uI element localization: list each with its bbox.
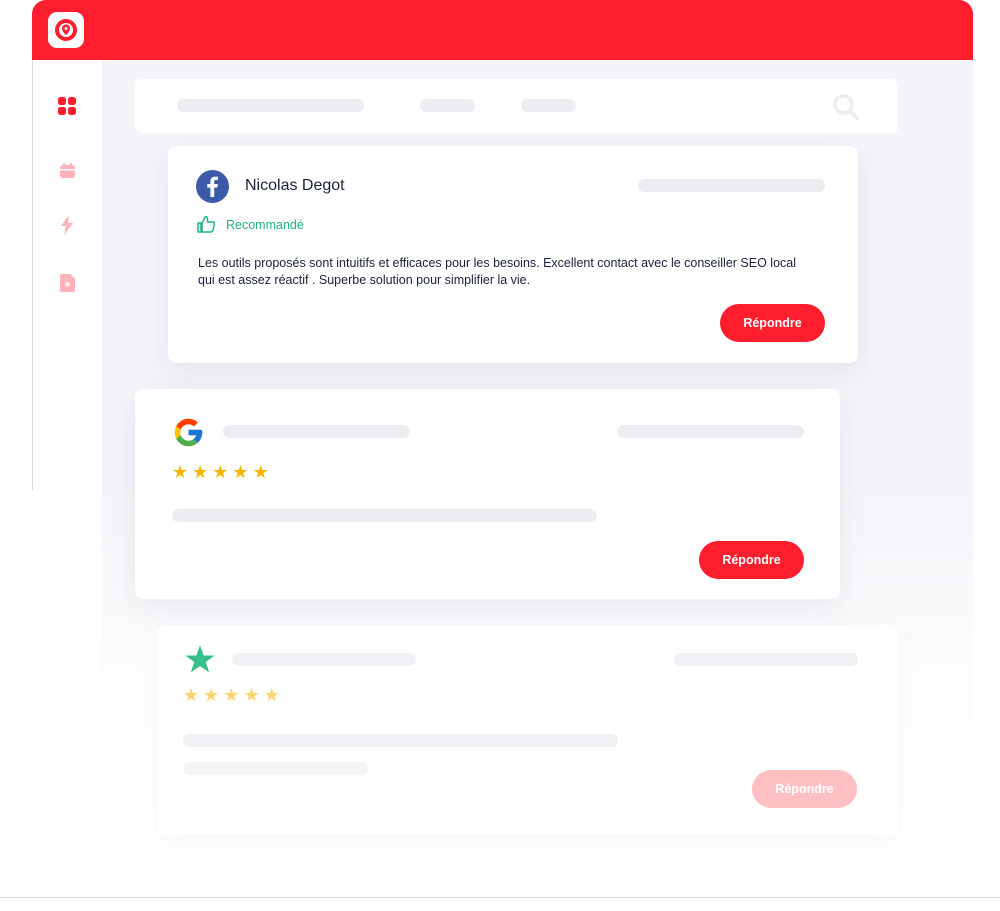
placeholder-line <box>177 99 364 112</box>
review-card-facebook: Nicolas Degot Recommandé Les outils prop… <box>168 146 858 363</box>
star-icon: ★ <box>223 685 240 705</box>
placeholder-line <box>183 762 368 775</box>
reply-button[interactable]: Répondre <box>699 541 804 579</box>
review-card-google: ★ ★ ★ ★ ★ Répondre <box>135 389 840 599</box>
star-rating: ★ ★ ★ ★ ★ <box>183 686 280 704</box>
placeholder-line <box>521 99 576 112</box>
app-logo[interactable] <box>48 12 84 48</box>
placeholder-line <box>223 425 410 438</box>
search-icon[interactable] <box>832 93 860 121</box>
star-icon: ★ <box>172 462 189 482</box>
placeholder-line <box>183 734 618 747</box>
review-text: Les outils proposés sont intuitifs et ef… <box>198 256 796 287</box>
star-icon: ★ <box>183 685 200 705</box>
google-icon <box>174 418 203 447</box>
placeholder-line <box>232 653 416 666</box>
star-rating: ★ ★ ★ ★ ★ <box>172 463 269 481</box>
sidebar <box>32 60 103 490</box>
facebook-icon <box>196 170 229 203</box>
star-icon: ★ <box>263 685 280 705</box>
reviewer-name: Nicolas Degot <box>245 177 345 194</box>
recommended-label: Recommandé <box>226 218 304 232</box>
placeholder-line <box>674 653 858 666</box>
star-icon: ★ <box>192 462 209 482</box>
star-icon: ★ <box>203 685 220 705</box>
thumbs-up-icon <box>197 215 215 233</box>
star-icon: ★ <box>232 462 249 482</box>
top-bar <box>32 0 973 60</box>
placeholder-line <box>617 425 804 438</box>
bolt-icon[interactable] <box>57 215 77 235</box>
placeholder-line <box>172 509 597 522</box>
star-icon: ★ <box>212 462 229 482</box>
search-bar[interactable] <box>135 79 898 133</box>
document-icon[interactable] <box>57 273 77 293</box>
reply-button[interactable]: Répondre <box>752 770 857 808</box>
placeholder-line <box>420 99 475 112</box>
review-card-trustpilot: ★ ★ ★ ★ ★ Répondre <box>158 625 898 835</box>
star-icon: ★ <box>252 462 269 482</box>
divider <box>0 897 1000 898</box>
reply-button[interactable]: Répondre <box>720 304 825 342</box>
star-icon: ★ <box>243 685 260 705</box>
placeholder-line <box>638 179 825 192</box>
location-pin-logo-icon <box>55 19 77 41</box>
trustpilot-star-icon <box>185 645 215 673</box>
calendar-icon[interactable] <box>57 160 77 180</box>
grid-icon[interactable] <box>57 96 77 116</box>
